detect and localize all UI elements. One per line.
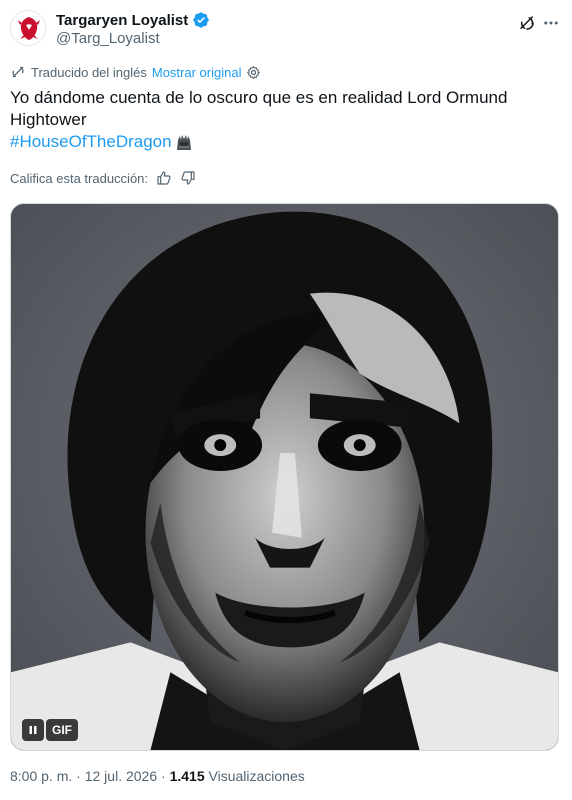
tweet-time[interactable]: 8:00 p. m. bbox=[10, 768, 72, 784]
dark-portrait-gif bbox=[11, 204, 558, 750]
show-original-link[interactable]: Mostrar original bbox=[152, 65, 242, 80]
views-count[interactable]: 1.415 bbox=[170, 768, 205, 784]
gif-controls: GIF bbox=[22, 719, 78, 741]
translate-icon bbox=[12, 66, 24, 78]
display-name[interactable]: Targaryen Loyalist bbox=[56, 12, 188, 29]
house-targaryen-sigil-icon bbox=[12, 12, 45, 45]
meta-separator: · bbox=[76, 768, 81, 784]
grok-icon[interactable] bbox=[518, 14, 536, 32]
gif-badge: GIF bbox=[46, 719, 78, 741]
pause-icon bbox=[29, 726, 37, 734]
translation-notice: Traducido del inglés Mostrar original bbox=[10, 64, 261, 80]
tweet-meta: 8:00 p. m. · 12 jul. 2026 · 1.415 Visual… bbox=[10, 768, 305, 784]
pause-button[interactable] bbox=[22, 719, 44, 741]
gear-icon[interactable] bbox=[246, 65, 261, 80]
thumbs-up-icon[interactable] bbox=[156, 170, 172, 186]
views-label: Visualizaciones bbox=[208, 768, 305, 784]
avatar[interactable] bbox=[10, 10, 46, 46]
translation-notice-text: Traducido del inglés bbox=[31, 64, 147, 80]
tweet-header: Targaryen Loyalist @Targ_Loyalist bbox=[10, 10, 562, 50]
verified-badge-icon[interactable] bbox=[192, 11, 210, 29]
tweet-body: Yo dándome cuenta de lo oscuro que es en… bbox=[10, 87, 550, 153]
gif-media[interactable] bbox=[10, 203, 559, 751]
rate-translation-label: Califica esta traducción: bbox=[10, 170, 149, 186]
tweet-text: Yo dándome cuenta de lo oscuro que es en… bbox=[10, 88, 508, 129]
thumbs-down-icon[interactable] bbox=[180, 170, 196, 186]
rate-translation: Califica esta traducción: bbox=[10, 170, 196, 186]
more-options-icon[interactable] bbox=[542, 14, 560, 32]
hashtag-link[interactable]: #HouseOfTheDragon bbox=[10, 131, 172, 153]
tweet-date[interactable]: 12 jul. 2026 bbox=[85, 768, 157, 784]
meta-separator: · bbox=[161, 768, 166, 784]
handle[interactable]: @Targ_Loyalist bbox=[56, 30, 160, 47]
iron-throne-icon bbox=[176, 135, 191, 150]
